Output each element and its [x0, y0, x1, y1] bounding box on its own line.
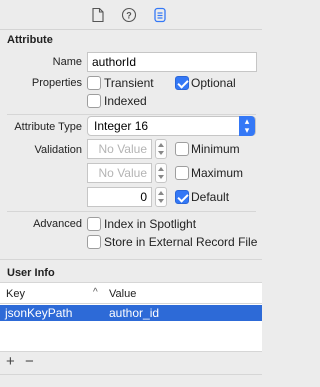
sort-ascending-icon: ^: [93, 287, 98, 298]
row-key: jsonKeyPath: [5, 306, 73, 320]
inspector-toolbar: ?: [0, 0, 262, 30]
value-column-header[interactable]: Value: [109, 288, 136, 300]
store-external-checkbox[interactable]: [87, 235, 101, 249]
separator: [0, 374, 262, 375]
file-inspector-icon[interactable]: [90, 7, 106, 23]
indexed-checkbox[interactable]: [87, 94, 101, 108]
section-separator: [0, 259, 262, 260]
minimum-label: Minimum: [191, 142, 240, 156]
key-column-header[interactable]: Key: [6, 288, 25, 300]
attribute-type-label: Attribute Type: [14, 121, 82, 133]
separator: [7, 114, 256, 115]
maximum-checkbox[interactable]: [175, 166, 189, 180]
name-label: Name: [52, 56, 82, 68]
minimum-checkbox[interactable]: [175, 142, 189, 156]
quick-help-icon[interactable]: ?: [121, 7, 137, 23]
default-label: Default: [191, 190, 230, 204]
row-value: author_id: [109, 306, 160, 320]
minimum-stepper[interactable]: [155, 139, 167, 159]
data-model-inspector-icon[interactable]: [152, 7, 168, 23]
attribute-section-title: Attribute: [7, 34, 53, 46]
user-info-table-header: Key ^ Value: [0, 282, 262, 304]
store-external-label: Store in External Record File: [104, 235, 258, 249]
indexed-label: Indexed: [104, 94, 147, 108]
transient-label: Transient: [104, 76, 154, 90]
transient-checkbox[interactable]: [87, 76, 101, 90]
minimum-field[interactable]: No Value: [87, 139, 152, 159]
maximum-field[interactable]: No Value: [87, 163, 152, 183]
maximum-stepper[interactable]: [155, 163, 167, 183]
maximum-label: Maximum: [191, 166, 244, 180]
default-stepper[interactable]: [155, 187, 167, 207]
index-in-spotlight-label: Index in Spotlight: [104, 217, 197, 231]
table-row[interactable]: jsonKeyPath author_id: [0, 305, 262, 321]
chevron-updown-icon: ▴ ▾: [239, 116, 255, 136]
separator: [0, 351, 262, 352]
attribute-type-select[interactable]: Integer 16 ▴ ▾: [87, 116, 256, 136]
index-in-spotlight-checkbox[interactable]: [87, 217, 101, 231]
name-field[interactable]: authorId: [87, 52, 257, 72]
default-checkbox[interactable]: [175, 190, 189, 204]
remove-button[interactable]: −: [25, 354, 34, 370]
default-field[interactable]: 0: [87, 187, 152, 207]
user-info-table: jsonKeyPath author_id: [0, 304, 262, 351]
separator: [7, 211, 256, 212]
svg-text:?: ?: [126, 11, 132, 21]
user-info-section-title: User Info: [7, 267, 55, 279]
optional-label: Optional: [191, 76, 236, 90]
add-button[interactable]: +: [6, 354, 15, 370]
advanced-label: Advanced: [33, 218, 82, 230]
attribute-type-value: Integer 16: [94, 119, 149, 133]
validation-label: Validation: [34, 144, 83, 156]
optional-checkbox[interactable]: [175, 76, 189, 90]
properties-label: Properties: [31, 77, 82, 89]
